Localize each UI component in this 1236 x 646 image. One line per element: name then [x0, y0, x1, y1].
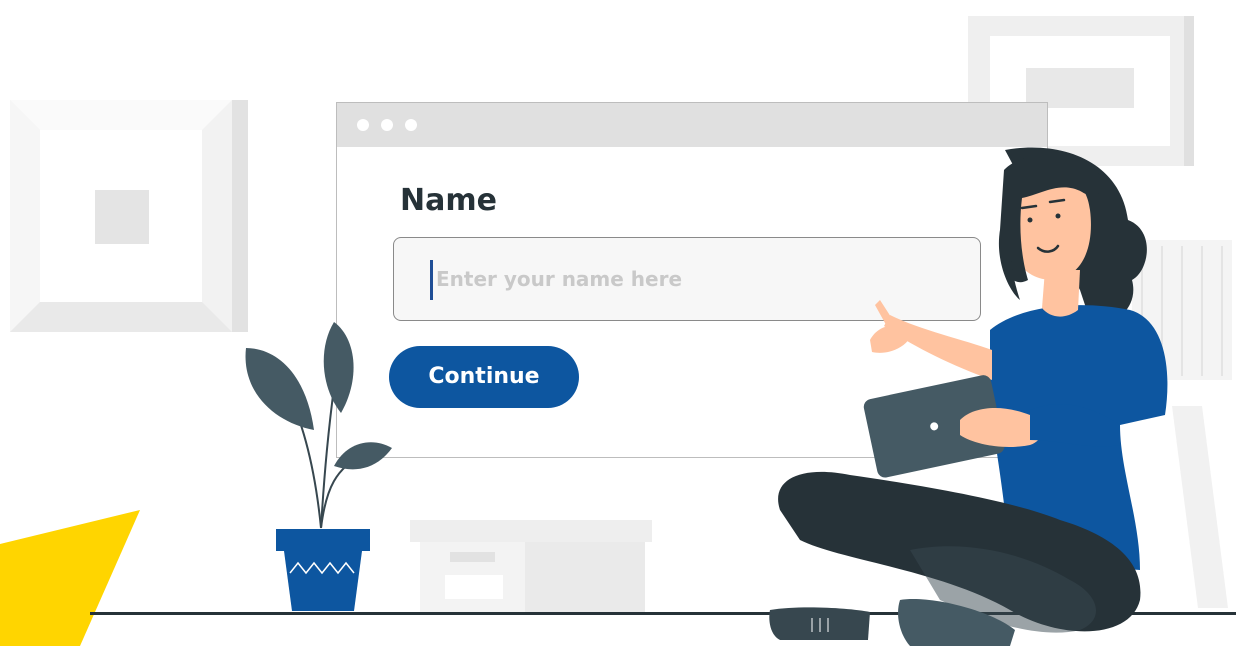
window-dot[interactable] [357, 119, 369, 131]
continue-button[interactable]: Continue [389, 346, 579, 408]
name-input-placeholder: Enter your name here [436, 267, 683, 291]
potted-plant [245, 322, 392, 611]
window-dot[interactable] [405, 119, 417, 131]
yellow-shape [0, 510, 140, 646]
window-dot[interactable] [381, 119, 393, 131]
storage-box [410, 520, 652, 612]
picture-frame-left [10, 100, 248, 332]
name-label: Name [400, 183, 497, 218]
woman-with-tablet [769, 147, 1168, 646]
text-caret [430, 260, 433, 300]
